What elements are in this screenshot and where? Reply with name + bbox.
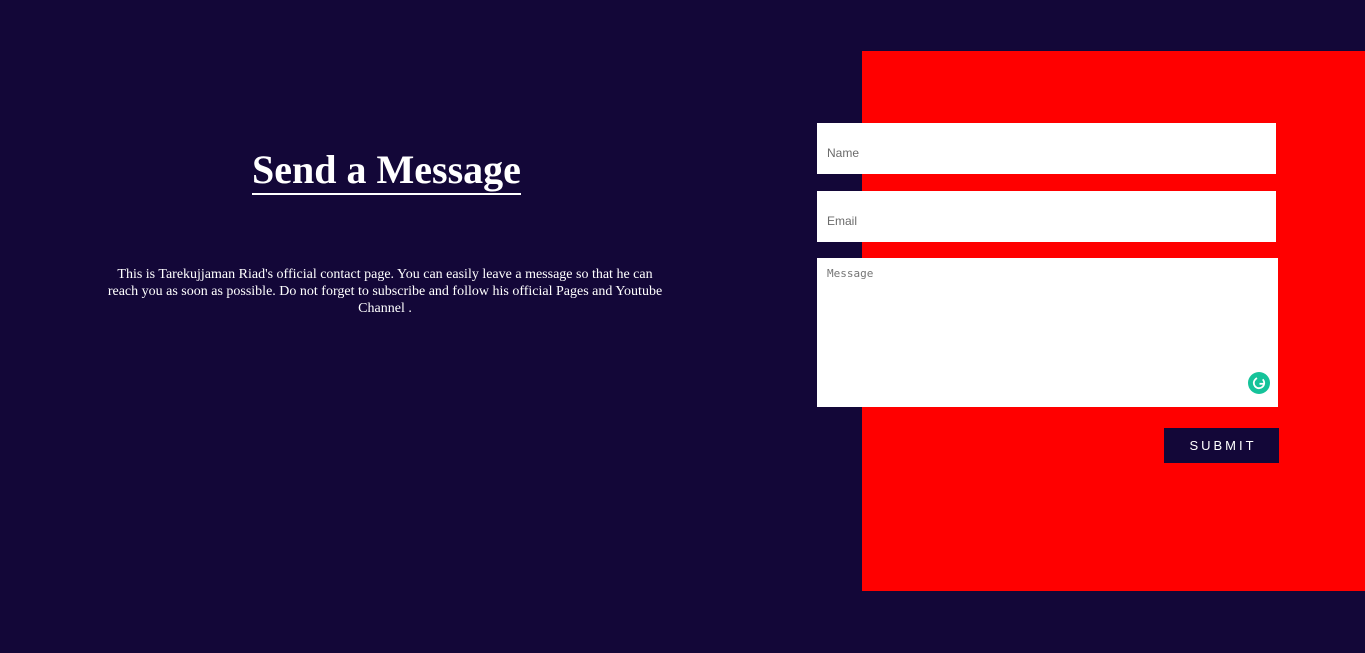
grammarly-icon[interactable] — [1248, 372, 1270, 394]
contact-page: Send a Message This is Tarekujjaman Riad… — [0, 0, 1365, 653]
name-input[interactable] — [817, 123, 1276, 174]
page-title: Send a Message — [252, 148, 521, 195]
message-field-container — [817, 258, 1278, 407]
message-textarea[interactable] — [817, 258, 1278, 407]
email-input[interactable] — [817, 191, 1276, 242]
email-field-container — [817, 191, 1276, 242]
name-field-container — [817, 123, 1276, 174]
intro-text: This is Tarekujjaman Riad's official con… — [107, 267, 663, 316]
submit-button[interactable]: SUBMIT — [1164, 428, 1279, 463]
